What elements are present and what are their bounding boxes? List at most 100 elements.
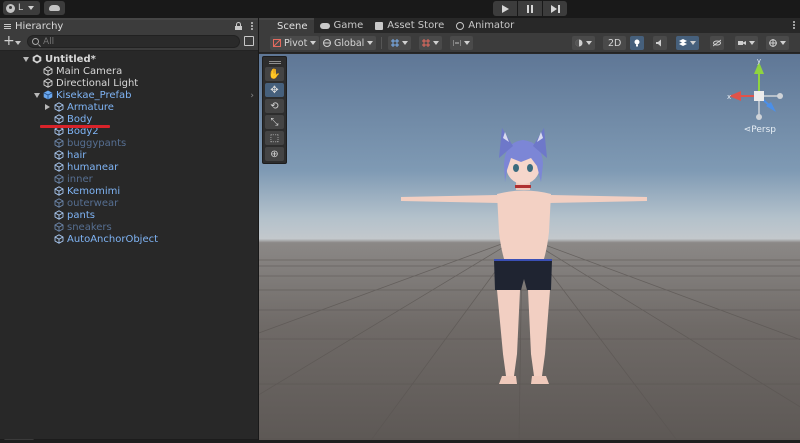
increment-snap-button[interactable] xyxy=(419,36,442,50)
scene-viewport[interactable]: ✋ ✥ ⟲ ⤡ ⬚ ⊕ y x ⋖Persp xyxy=(259,54,800,443)
align-icon xyxy=(453,40,461,46)
hierarchy-panel: Hierarchy + Untitled*Main CameraDirectio… xyxy=(0,18,258,443)
play-button[interactable] xyxy=(493,1,517,16)
lighting-toggle[interactable] xyxy=(630,36,644,50)
tab-label: Animator xyxy=(468,20,515,31)
hierarchy-row[interactable]: Main Camera xyxy=(0,65,258,77)
step-button[interactable] xyxy=(543,1,567,16)
hierarchy-row[interactable]: pants xyxy=(0,209,258,221)
shading-mode-dropdown[interactable] xyxy=(572,36,595,50)
tab-label: Asset Store xyxy=(387,20,445,31)
more-options-icon[interactable] xyxy=(251,22,253,30)
perspective-label[interactable]: ⋖Persp xyxy=(744,125,776,135)
align-button[interactable] xyxy=(450,36,473,50)
tab-game[interactable]: Game xyxy=(313,18,370,33)
hierarchy-row-label: hair xyxy=(67,149,87,161)
pause-button[interactable] xyxy=(518,1,542,16)
pivot-dropdown[interactable]: Pivot xyxy=(270,36,320,50)
gizmos-dropdown[interactable] xyxy=(766,36,789,50)
chevron-right-icon[interactable]: › xyxy=(250,91,254,101)
hierarchy-row[interactable]: inner xyxy=(0,173,258,185)
red-annotation-underline xyxy=(40,125,110,128)
hierarchy-row-label: Main Camera xyxy=(56,65,123,77)
drag-handle-icon[interactable] xyxy=(265,59,284,65)
search-input[interactable] xyxy=(43,36,223,47)
character-model[interactable] xyxy=(259,54,800,443)
global-dropdown[interactable]: Global xyxy=(320,36,377,50)
chevron-down-icon[interactable] xyxy=(15,41,21,45)
rect-tool[interactable]: ⬚ xyxy=(265,131,284,145)
tab-animator[interactable]: Animator xyxy=(450,18,521,33)
cube-icon xyxy=(54,174,64,184)
tab-asset-store[interactable]: Asset Store xyxy=(369,18,451,33)
pause-icon xyxy=(527,4,533,13)
chevron-down-icon xyxy=(586,41,592,45)
audio-toggle[interactable] xyxy=(653,36,667,50)
hierarchy-row[interactable]: Kemomimi xyxy=(0,185,258,197)
lock-icon[interactable] xyxy=(235,22,242,30)
hierarchy-row[interactable]: Armature xyxy=(0,101,258,113)
cube-icon xyxy=(43,66,53,76)
expand-arrow-icon[interactable] xyxy=(23,57,29,62)
hierarchy-row[interactable]: Kisekae_Prefab › xyxy=(0,89,258,101)
scene-visibility-icon[interactable] xyxy=(244,36,254,46)
chevron-down-icon xyxy=(402,41,408,45)
collapse-arrow-icon[interactable] xyxy=(45,104,50,110)
hierarchy-row-label: Kisekae_Prefab xyxy=(56,89,132,101)
cube-icon xyxy=(43,78,53,88)
chevron-down-icon xyxy=(749,41,755,45)
gizmo-x-label: x xyxy=(727,93,731,101)
grid-snap-button[interactable] xyxy=(388,36,411,50)
hierarchy-row[interactable]: buggypants xyxy=(0,137,258,149)
hierarchy-row-label: Untitled* xyxy=(45,53,96,65)
hierarchy-row[interactable]: Directional Light xyxy=(0,77,258,89)
rotate-tool[interactable]: ⟲ xyxy=(265,99,284,113)
unity-scene-icon xyxy=(32,54,42,64)
hierarchy-search[interactable] xyxy=(27,35,240,48)
hierarchy-tabbar: Hierarchy xyxy=(0,18,258,33)
scene-tabbar: Scene Game Asset Store Animator xyxy=(259,18,800,33)
hand-tool[interactable]: ✋ xyxy=(265,67,284,81)
effects-dropdown[interactable] xyxy=(676,36,699,50)
hierarchy-row[interactable]: Untitled* xyxy=(0,53,258,65)
hierarchy-row-label: buggypants xyxy=(67,137,127,149)
cube-icon xyxy=(54,198,64,208)
globe-icon xyxy=(323,39,331,47)
hierarchy-row[interactable]: hair xyxy=(0,149,258,161)
tab-hierarchy[interactable]: Hierarchy xyxy=(0,18,258,33)
tab-label: Game xyxy=(333,20,364,31)
hierarchy-row[interactable]: humanear xyxy=(0,161,258,173)
tab-scene[interactable]: Scene xyxy=(259,18,314,33)
hierarchy-row[interactable]: Body2 xyxy=(0,125,258,137)
2d-toggle[interactable]: 2D xyxy=(603,36,627,50)
more-options-icon[interactable] xyxy=(793,21,795,29)
chevron-down-icon xyxy=(780,41,786,45)
camera-dropdown[interactable] xyxy=(735,36,758,50)
add-icon[interactable]: + xyxy=(3,34,15,48)
speaker-icon xyxy=(656,39,661,47)
chevron-down-icon xyxy=(433,41,439,45)
cloud-button[interactable] xyxy=(44,1,65,15)
animator-icon xyxy=(456,21,465,30)
chevron-down-icon xyxy=(28,6,35,10)
cube-icon xyxy=(54,234,64,244)
move-tool[interactable]: ✥ xyxy=(265,83,284,97)
cube-icon xyxy=(54,186,64,196)
scale-tool[interactable]: ⤡ xyxy=(265,115,284,129)
hierarchy-row[interactable]: Body xyxy=(0,113,258,125)
camera-icon xyxy=(738,41,746,45)
tab-label: Scene xyxy=(277,21,308,32)
transform-tool[interactable]: ⊕ xyxy=(265,147,284,161)
scene-window: Scene Game Asset Store Animator Pivot Globa… xyxy=(259,18,800,443)
hierarchy-row[interactable]: sneakers xyxy=(0,221,258,233)
chevron-down-icon xyxy=(310,41,317,45)
hierarchy-row[interactable]: AutoAnchorObject xyxy=(0,233,258,245)
store-icon xyxy=(375,21,384,30)
hidden-objects-toggle[interactable] xyxy=(710,36,724,50)
play-icon xyxy=(501,4,509,13)
hierarchy-title: Hierarchy xyxy=(15,21,64,32)
hierarchy-row[interactable]: outerwear xyxy=(0,197,258,209)
expand-arrow-icon[interactable] xyxy=(34,93,40,98)
account-dropdown[interactable]: L xyxy=(3,1,40,15)
hierarchy-row-label: Body xyxy=(67,113,93,125)
